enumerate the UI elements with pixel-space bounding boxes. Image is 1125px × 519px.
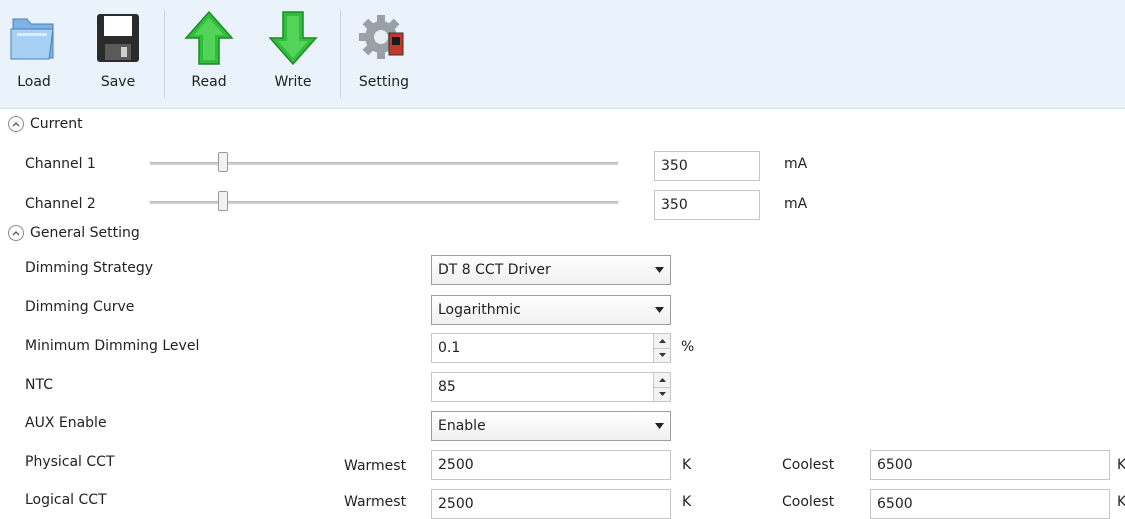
logical-warmest-unit: K [682,494,692,510]
load-label: Load [17,74,51,90]
setting-button[interactable]: Setting [356,8,412,100]
read-label: Read [191,74,227,90]
aux-enable-select[interactable]: Enable [431,411,671,441]
min-dimming-label: Minimum Dimming Level [25,338,200,354]
chevron-down-icon [648,423,670,429]
aux-enable-label: AUX Enable [25,415,107,431]
stepper-down-icon[interactable] [654,347,670,362]
general-section-header[interactable]: General Setting [8,225,140,241]
min-dimming-unit: % [681,339,695,355]
stepper-up-icon[interactable] [654,373,670,387]
physical-cct-label: Physical CCT [25,454,115,470]
load-button[interactable]: Load [8,8,60,100]
toolbar-separator [340,10,341,98]
current-section-header[interactable]: Current [8,116,83,132]
dropdown-value: Logarithmic [438,302,521,318]
physical-coolest-input[interactable]: 6500 [870,450,1110,480]
dropdown-value: Enable [438,418,486,434]
section-title: General Setting [30,225,140,241]
physical-coolest-label: Coolest [782,457,835,473]
stepper-value: 0.1 [438,340,461,356]
min-dimming-stepper[interactable]: 0.1 [431,333,671,363]
floppy-disk-icon [92,8,144,68]
stepper-down-icon[interactable] [654,386,670,401]
dropdown-value: DT 8 CCT Driver [438,262,551,278]
write-button[interactable]: Write [266,8,320,100]
collapse-icon[interactable] [8,225,24,241]
setting-label: Setting [358,74,410,90]
section-title: Current [30,116,83,132]
chevron-down-icon [648,307,670,313]
toolbar-separator [164,10,165,98]
physical-coolest-unit: K [1117,457,1125,473]
channel-1-input[interactable]: 350 [654,151,760,181]
physical-warmest-input[interactable]: 2500 [431,450,671,480]
save-label: Save [100,74,136,90]
dimming-curve-select[interactable]: Logarithmic [431,295,671,325]
stepper-value: 85 [438,379,456,395]
gear-icon [358,8,410,68]
channel-1-unit: mA [784,156,808,172]
arrow-down-icon [267,8,319,68]
save-button[interactable]: Save [92,8,144,100]
channel-1-slider-thumb[interactable] [217,152,228,172]
physical-warmest-unit: K [682,457,692,473]
collapse-icon[interactable] [8,116,24,132]
channel-2-input[interactable]: 350 [654,190,760,220]
logical-cct-label: Logical CCT [25,492,107,508]
channel-2-slider-thumb[interactable] [217,191,228,211]
logical-coolest-input[interactable]: 6500 [870,489,1110,519]
write-label: Write [274,74,312,90]
logical-warmest-input[interactable]: 2500 [431,489,671,519]
arrow-up-icon [183,8,235,68]
read-button[interactable]: Read [182,8,236,100]
toolbar: Load Save Read Write Setting [0,0,1125,109]
ntc-stepper[interactable]: 85 [431,372,671,402]
logical-coolest-unit: K [1117,494,1125,510]
channel-1-label: Channel 1 [25,156,96,172]
channel-2-unit: mA [784,196,808,212]
logical-warmest-label: Warmest [344,494,407,510]
folder-icon [8,8,60,68]
dimming-strategy-select[interactable]: DT 8 CCT Driver [431,255,671,285]
chevron-down-icon [648,267,670,273]
physical-warmest-label: Warmest [344,458,407,474]
dimming-strategy-label: Dimming Strategy [25,260,154,276]
stepper-up-icon[interactable] [654,334,670,348]
dimming-curve-label: Dimming Curve [25,299,135,315]
logical-coolest-label: Coolest [782,494,835,510]
ntc-label: NTC [25,377,53,393]
channel-2-label: Channel 2 [25,196,96,212]
